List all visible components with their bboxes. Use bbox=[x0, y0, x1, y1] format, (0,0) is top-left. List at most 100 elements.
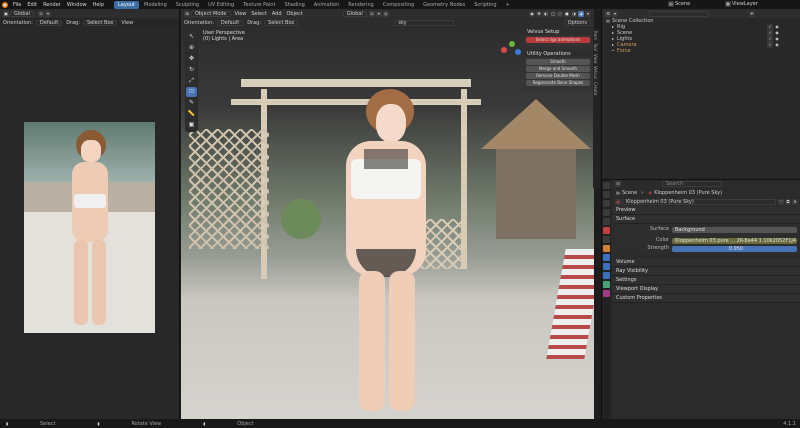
menu-select[interactable]: Select bbox=[251, 11, 266, 17]
world-icon[interactable]: ◉ bbox=[615, 198, 621, 205]
strength-value[interactable]: 0.950 bbox=[672, 245, 797, 252]
collection-tab-icon[interactable] bbox=[603, 236, 610, 243]
world-tab-icon[interactable] bbox=[603, 227, 610, 234]
pivot-point-icon[interactable]: ⊙ bbox=[368, 11, 375, 17]
left-view-menu[interactable]: View bbox=[121, 20, 133, 26]
move-tool-icon[interactable]: ✥ bbox=[186, 54, 197, 64]
pivot-icon[interactable]: ⊙ bbox=[37, 10, 44, 17]
section-ray-visibility[interactable]: Ray Visibility bbox=[612, 267, 800, 276]
scene-selector[interactable]: ▤ Scene ▦ ViewLayer bbox=[668, 1, 758, 7]
blender-logo-icon[interactable]: ● bbox=[2, 1, 8, 8]
overlays-icon[interactable]: ◐ bbox=[543, 11, 549, 17]
smooth-button[interactable]: Smooth bbox=[526, 59, 590, 65]
menu-help[interactable]: Help bbox=[93, 2, 104, 8]
cursor-tool-icon[interactable]: ⊕ bbox=[186, 43, 197, 53]
regenerate-bone-shapes-button[interactable]: Regenerate Bone Shapes bbox=[526, 80, 590, 86]
menu-object[interactable]: Object bbox=[287, 11, 303, 17]
utility-ops-header[interactable]: Utility Operations bbox=[524, 50, 592, 57]
tab-view[interactable]: View bbox=[593, 54, 598, 64]
orientation-select[interactable]: Default bbox=[35, 19, 63, 26]
tab-shading[interactable]: Shading bbox=[280, 1, 308, 9]
display-mode-icon[interactable]: ▾ bbox=[612, 10, 618, 17]
menu-edit[interactable]: Edit bbox=[27, 2, 37, 8]
editor-type-icon[interactable]: ▣ bbox=[3, 10, 9, 17]
output-tab-icon[interactable] bbox=[603, 200, 610, 207]
gizmo-z-axis-icon[interactable] bbox=[515, 49, 521, 55]
left-transform-select[interactable]: Global bbox=[10, 10, 34, 17]
menu-add[interactable]: Add bbox=[272, 11, 282, 17]
data-tab-icon[interactable] bbox=[603, 290, 610, 297]
tab-scripting[interactable]: Scripting bbox=[470, 1, 500, 9]
shading-wireframe-icon[interactable]: ○ bbox=[557, 11, 563, 17]
menu-render[interactable]: Render bbox=[43, 2, 61, 8]
remove-double-mesh-button[interactable]: Remove Double Mesh bbox=[526, 73, 590, 79]
tab-sculpting[interactable]: Sculpting bbox=[172, 1, 203, 9]
render-tab-icon[interactable] bbox=[603, 191, 610, 198]
options-button[interactable]: Options bbox=[563, 20, 591, 26]
world-name-field[interactable]: Kloppenheim 03 (Pure Sky) bbox=[622, 198, 776, 205]
annotate-tool-icon[interactable]: ✎ bbox=[186, 98, 197, 108]
view-layer-tab-icon[interactable] bbox=[603, 209, 610, 216]
filter-icon[interactable]: ⏷ bbox=[749, 10, 755, 17]
menu-view[interactable]: View bbox=[235, 11, 247, 17]
transform-tool-icon[interactable]: ⊡ bbox=[186, 87, 197, 97]
tab-tool[interactable]: Tool bbox=[593, 43, 598, 51]
tab-rendering[interactable]: Rendering bbox=[344, 1, 378, 9]
vp-drag-select[interactable]: Select Box bbox=[264, 20, 299, 26]
proportional-edit-icon[interactable]: ◎ bbox=[382, 11, 389, 17]
outliner-item-force[interactable]: • Force bbox=[602, 48, 800, 54]
shading-options-icon[interactable]: ▾ bbox=[585, 11, 591, 17]
tab-compositing[interactable]: Compositing bbox=[379, 1, 418, 9]
xray-icon[interactable]: ▢ bbox=[550, 11, 556, 17]
properties-editor-icon[interactable]: ☷ bbox=[615, 181, 621, 187]
sky-selector[interactable]: sky bbox=[394, 20, 455, 26]
particles-tab-icon[interactable] bbox=[603, 263, 610, 270]
gizmo-icon[interactable]: ✥ bbox=[536, 11, 542, 17]
object-tab-icon[interactable] bbox=[603, 245, 610, 252]
transform-orientation-select[interactable]: Global bbox=[342, 11, 367, 17]
add-cube-tool-icon[interactable]: ▣ bbox=[186, 120, 197, 130]
physics-tab-icon[interactable] bbox=[603, 272, 610, 279]
tab-velvus[interactable]: Velvus bbox=[593, 66, 598, 79]
tool-tab-icon[interactable] bbox=[603, 182, 610, 189]
outliner-editor-icon[interactable]: ☰ bbox=[605, 10, 611, 17]
modifier-tab-icon[interactable] bbox=[603, 254, 610, 261]
select-rigs-button[interactable]: Select rigs animations bbox=[526, 37, 590, 43]
surface-value[interactable]: Background bbox=[672, 226, 797, 233]
section-preview[interactable]: Preview bbox=[612, 206, 800, 215]
vp-orientation-select[interactable]: Default bbox=[216, 20, 244, 26]
section-viewport-display[interactable]: Viewport Display bbox=[612, 285, 800, 294]
tab-uv-editing[interactable]: UV Editing bbox=[204, 1, 238, 9]
snap-icon[interactable]: ⌖ bbox=[44, 10, 51, 17]
outliner-item-camera[interactable]: ▸ Camera ✓ ◉ bbox=[602, 42, 800, 48]
duplicate-icon[interactable]: ⧉ bbox=[785, 198, 791, 205]
section-settings[interactable]: Settings bbox=[612, 276, 800, 285]
tab-item[interactable]: Item bbox=[593, 31, 598, 40]
shading-rendered-icon[interactable]: ◕ bbox=[578, 11, 584, 17]
properties-search[interactable]: Search bbox=[662, 181, 722, 187]
outliner-search[interactable] bbox=[649, 10, 709, 17]
tab-create[interactable]: Create bbox=[593, 82, 598, 95]
snapping-icon[interactable]: ⌖ bbox=[375, 11, 382, 17]
select-tool-icon[interactable]: ↖ bbox=[186, 32, 197, 42]
constraints-tab-icon[interactable] bbox=[603, 281, 610, 288]
tab-geometry-nodes[interactable]: Geometry Nodes bbox=[419, 1, 469, 9]
tab-animation[interactable]: Animation bbox=[310, 1, 344, 9]
tab-layout[interactable]: Layout bbox=[114, 0, 139, 9]
tab-texture-paint[interactable]: Texture Paint bbox=[239, 1, 279, 9]
gizmo-y-axis-icon[interactable] bbox=[509, 41, 515, 47]
mode-select[interactable]: Object Mode bbox=[191, 11, 231, 17]
add-workspace-button[interactable]: + bbox=[502, 1, 514, 9]
drag-select[interactable]: Select Box bbox=[83, 19, 118, 26]
gizmo-x-axis-icon[interactable] bbox=[501, 47, 507, 53]
rotate-tool-icon[interactable]: ↻ bbox=[186, 65, 197, 75]
fake-user-icon[interactable]: ♡ bbox=[778, 198, 784, 205]
menu-file[interactable]: File bbox=[13, 2, 21, 8]
menu-window[interactable]: Window bbox=[67, 2, 87, 8]
unlink-icon[interactable]: ✕ bbox=[792, 198, 798, 205]
shading-material-icon[interactable]: ◑ bbox=[571, 11, 577, 17]
shading-solid-icon[interactable]: ● bbox=[564, 11, 570, 17]
section-custom-properties[interactable]: Custom Properties bbox=[612, 294, 800, 303]
merge-smooth-button[interactable]: Merge and Smooth bbox=[526, 66, 590, 72]
color-value[interactable]: Kloppenheim 03 pure ... 2K-8a44 1 10k205… bbox=[672, 237, 797, 244]
